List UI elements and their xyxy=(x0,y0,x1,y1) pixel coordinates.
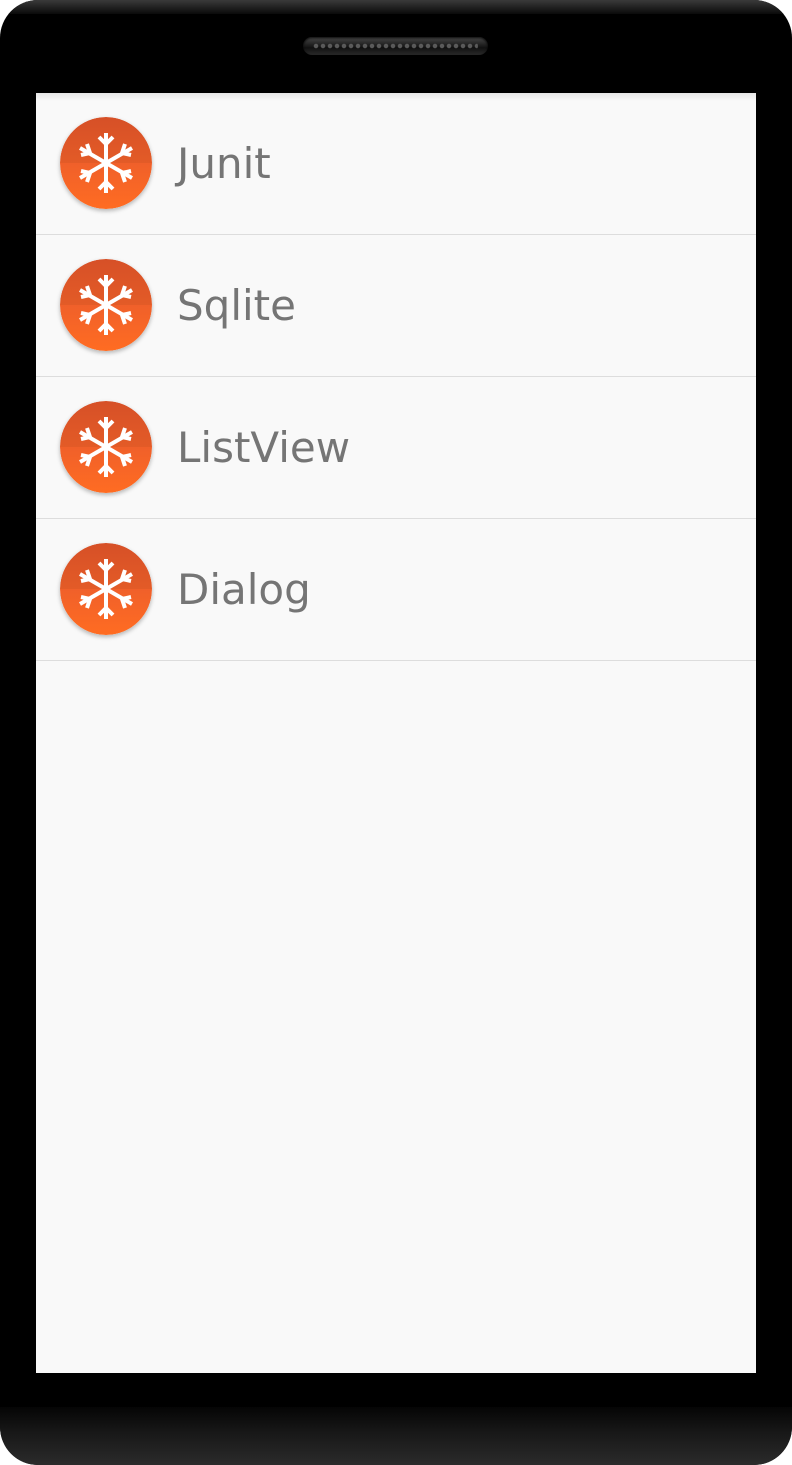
snowflake-icon xyxy=(60,117,152,209)
snowflake-icon xyxy=(60,543,152,635)
list-item-label: ListView xyxy=(177,423,351,472)
app-screen: Junit Sqlite ListView Dialog xyxy=(36,93,756,1373)
phone-device-frame: Junit Sqlite ListView Dialog xyxy=(0,0,792,1465)
list-item-listview[interactable]: ListView xyxy=(36,377,756,519)
device-top-rim xyxy=(0,0,792,14)
snowflake-icon xyxy=(60,259,152,351)
device-bottom-bezel xyxy=(0,1407,792,1465)
speaker-grille xyxy=(313,41,478,51)
demo-list: Junit Sqlite ListView Dialog xyxy=(36,93,756,661)
list-item-sqlite[interactable]: Sqlite xyxy=(36,235,756,377)
list-item-label: Dialog xyxy=(177,565,311,614)
earpiece-speaker xyxy=(303,37,488,55)
list-item-label: Sqlite xyxy=(177,281,296,330)
list-item-junit[interactable]: Junit xyxy=(36,93,756,235)
snowflake-icon xyxy=(60,401,152,493)
list-item-label: Junit xyxy=(177,139,271,188)
list-item-dialog[interactable]: Dialog xyxy=(36,519,756,661)
